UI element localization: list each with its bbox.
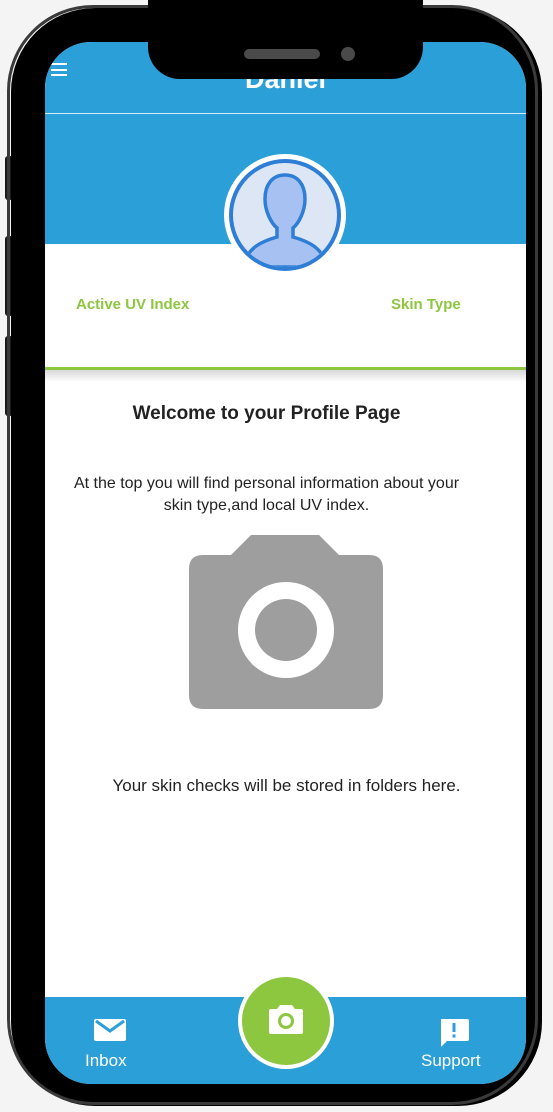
intro-text-line-2: skin type,and local UV index. (163, 497, 370, 514)
camera-icon (269, 1005, 303, 1034)
storage-info-text: Your skin checks will be stored in folde… (112, 776, 461, 795)
phone-notch (148, 0, 423, 79)
inbox-label[interactable]: Inbox (85, 1051, 127, 1071)
support-label[interactable]: Support (421, 1051, 481, 1071)
inbox-icon[interactable] (93, 1018, 127, 1042)
welcome-heading: Welcome to your Profile Page (132, 403, 401, 424)
phone-speaker (244, 49, 320, 59)
camera-button[interactable] (242, 977, 330, 1065)
intro-text-line-1: At the top you will find personal inform… (73, 475, 460, 492)
front-camera (341, 47, 355, 61)
intro-text: At the top you will find personal inform… (40, 473, 493, 517)
profile-divider-shadow (45, 370, 526, 382)
camera-placeholder-icon (189, 535, 383, 709)
user-avatar-icon[interactable] (223, 153, 347, 277)
skin-type-label: Skin Type (391, 296, 461, 313)
support-icon[interactable] (438, 1017, 470, 1049)
active-uv-index-label: Active UV Index (76, 296, 190, 313)
